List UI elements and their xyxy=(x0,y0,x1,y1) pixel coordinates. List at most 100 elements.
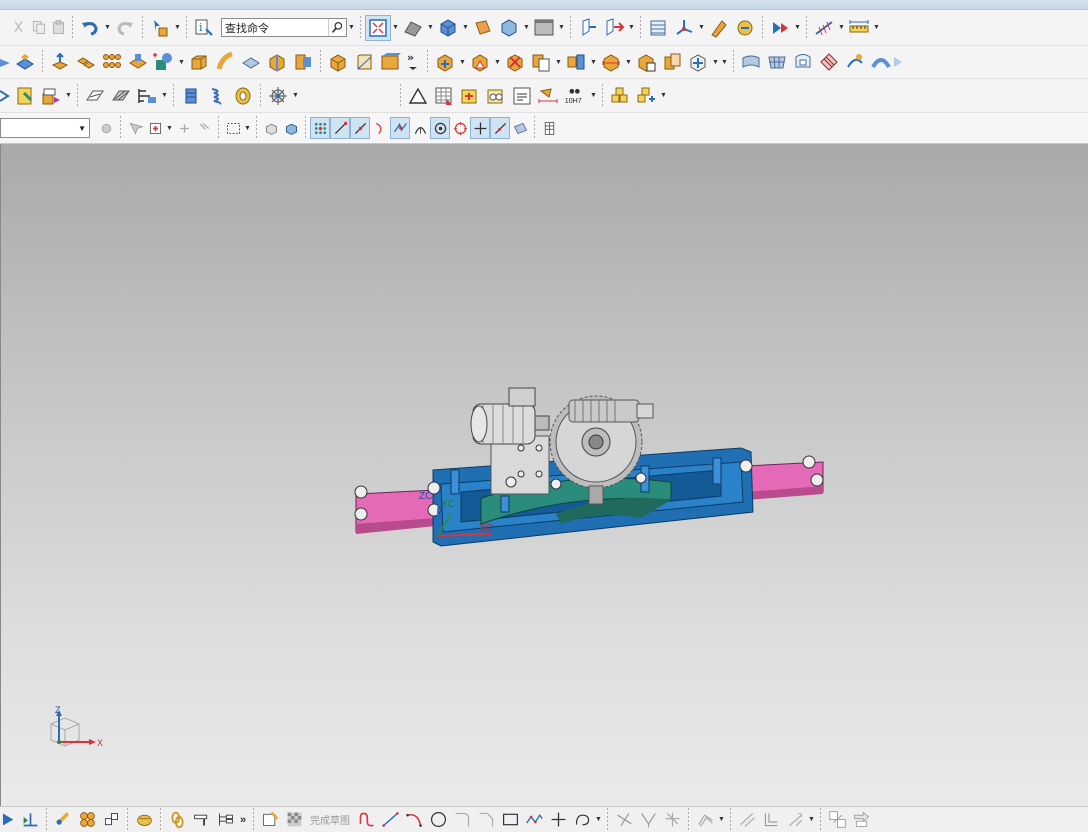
datum-plane-icon[interactable] xyxy=(12,49,38,75)
polygon-icon[interactable] xyxy=(522,808,546,832)
shell-icon[interactable] xyxy=(264,49,290,75)
offset-curve-icon[interactable] xyxy=(693,808,717,832)
quick-trim-icon[interactable] xyxy=(612,808,636,832)
drawing-template-icon[interactable] xyxy=(12,83,38,109)
cut-icon[interactable] xyxy=(8,17,28,39)
component-group-icon[interactable] xyxy=(75,808,99,832)
wcs-orient-dropdown-icon[interactable]: ▼ xyxy=(697,18,706,38)
worm-shaft[interactable] xyxy=(568,399,654,423)
curve-analysis-dropdown-icon[interactable]: ▼ xyxy=(837,18,846,38)
snap-center-icon[interactable] xyxy=(430,117,450,139)
background-dropdown-icon[interactable]: ▼ xyxy=(557,18,566,38)
selection-filter-icon[interactable] xyxy=(147,15,173,41)
circle-icon[interactable] xyxy=(426,808,450,832)
clearance-dropdown-icon[interactable]: ▼ xyxy=(624,52,633,72)
constraint-dropdown-icon[interactable]: ▼ xyxy=(493,52,502,72)
assembly-constraints-icon[interactable] xyxy=(51,808,75,832)
chamfer-sketch-icon[interactable] xyxy=(474,808,498,832)
arc-icon[interactable] xyxy=(402,808,426,832)
snap-arc-center-icon[interactable] xyxy=(410,117,430,139)
rectangle-select-dropdown-icon[interactable]: ▼ xyxy=(243,118,252,138)
mirror-assembly-icon[interactable] xyxy=(528,49,554,75)
sketch-icon[interactable] xyxy=(258,808,282,832)
menu-bar[interactable] xyxy=(0,0,1088,10)
shaded-cube-dropdown-icon[interactable]: ▼ xyxy=(461,18,470,38)
row2-extra-dropdown-icon[interactable]: ▼ xyxy=(720,52,729,72)
drawing-sheet-icon[interactable] xyxy=(509,83,535,109)
gear-dropdown-icon[interactable]: ▼ xyxy=(291,86,300,106)
more-features-icon[interactable]: » xyxy=(403,49,423,75)
exploded-dropdown-icon[interactable]: ▼ xyxy=(589,52,598,72)
extrude-icon[interactable] xyxy=(47,49,73,75)
sequence-icon[interactable] xyxy=(633,49,659,75)
undo-dropdown-icon[interactable]: ▼ xyxy=(103,18,112,38)
move-object-icon[interactable] xyxy=(601,15,627,41)
select-whole-assembly-icon[interactable] xyxy=(261,117,281,139)
block-icon[interactable] xyxy=(186,49,212,75)
curve-analysis-icon[interactable] xyxy=(811,15,837,41)
section-view-dropdown-icon[interactable]: ▼ xyxy=(522,18,531,38)
reflection-analysis-icon[interactable] xyxy=(108,83,134,109)
move-object-dropdown-icon[interactable]: ▼ xyxy=(627,18,636,38)
layer-settings-icon[interactable] xyxy=(645,15,671,41)
constraints-dropdown-icon[interactable]: ▼ xyxy=(807,810,816,830)
select-body-icon[interactable] xyxy=(174,117,194,139)
sketch-constraint-icon[interactable] xyxy=(18,808,42,832)
rectangle-icon[interactable] xyxy=(498,808,522,832)
assembly-navigator-icon[interactable] xyxy=(0,808,18,832)
gearbox-assembly-model[interactable]: ZC YC XC xyxy=(341,374,841,564)
snap-existing-point-icon[interactable] xyxy=(470,117,490,139)
slope-dropdown-icon[interactable]: ▼ xyxy=(160,86,169,106)
sketch-plane-icon[interactable] xyxy=(0,49,12,75)
projected-view-icon[interactable] xyxy=(483,83,509,109)
add-component-dropdown-icon[interactable]: ▼ xyxy=(458,52,467,72)
general-selection-icon[interactable] xyxy=(125,117,145,139)
replace-dropdown-icon[interactable]: ▼ xyxy=(711,52,720,72)
wcs-icon[interactable] xyxy=(575,15,601,41)
stack-components-icon[interactable] xyxy=(607,83,633,109)
assembly-clearance-icon[interactable] xyxy=(598,49,624,75)
finish-sketch-flag-icon[interactable] xyxy=(282,808,306,832)
fit-view-dropdown-icon[interactable]: ▼ xyxy=(391,18,400,38)
fit-view-icon[interactable] xyxy=(365,14,391,41)
rectangle-select-icon[interactable] xyxy=(223,117,243,139)
select-in-work-part-icon[interactable] xyxy=(281,117,301,139)
surface-mesh-icon[interactable] xyxy=(764,49,790,75)
triangle-sketch-icon[interactable] xyxy=(405,83,431,109)
snap-midpoint-icon[interactable] xyxy=(350,117,370,139)
draft-icon[interactable] xyxy=(377,49,403,75)
bottom-toolbar-overflow[interactable]: » xyxy=(237,814,249,826)
surface-n-sided-icon[interactable] xyxy=(790,49,816,75)
information-icon[interactable]: i xyxy=(191,15,217,41)
surface-patch-icon[interactable] xyxy=(816,49,842,75)
tolerance-dropdown-icon[interactable]: ▼ xyxy=(589,86,598,106)
background-icon[interactable] xyxy=(531,15,557,41)
analysis-icon[interactable] xyxy=(767,15,793,41)
surface-extend-icon[interactable] xyxy=(894,49,904,75)
chain-link-icon[interactable] xyxy=(165,808,189,832)
point-icon[interactable] xyxy=(546,808,570,832)
quick-extend-icon[interactable] xyxy=(636,808,660,832)
surface-analysis-icon[interactable] xyxy=(842,49,868,75)
base-view-icon[interactable] xyxy=(457,83,483,109)
component-array-dropdown-icon[interactable]: ▼ xyxy=(659,86,668,106)
spring-icon[interactable] xyxy=(204,83,230,109)
snap-endpoint-icon[interactable] xyxy=(330,117,350,139)
snap-bounded-grid-icon[interactable] xyxy=(539,117,559,139)
sequence-nav-icon[interactable] xyxy=(99,808,123,832)
reference-set-icon[interactable] xyxy=(132,808,156,832)
offset-curve-dropdown-icon[interactable]: ▼ xyxy=(717,810,726,830)
snap-point-on-curve-icon[interactable] xyxy=(490,117,510,139)
gear-modeling-icon[interactable] xyxy=(265,83,291,109)
edge-blend-icon[interactable] xyxy=(325,49,351,75)
search-icon[interactable] xyxy=(328,19,346,36)
slope-analysis-icon[interactable] xyxy=(134,83,160,109)
convert-reference-icon[interactable] xyxy=(849,808,873,832)
dimension-icon[interactable] xyxy=(535,83,561,109)
sweep-icon[interactable] xyxy=(212,49,238,75)
surface-trim-icon[interactable] xyxy=(868,49,894,75)
type-filter-select[interactable]: ▼ xyxy=(0,118,90,138)
mirror-dropdown-icon[interactable]: ▼ xyxy=(554,52,563,72)
copy-icon[interactable] xyxy=(28,17,48,39)
view-triad[interactable]: Z X xyxy=(41,704,121,754)
